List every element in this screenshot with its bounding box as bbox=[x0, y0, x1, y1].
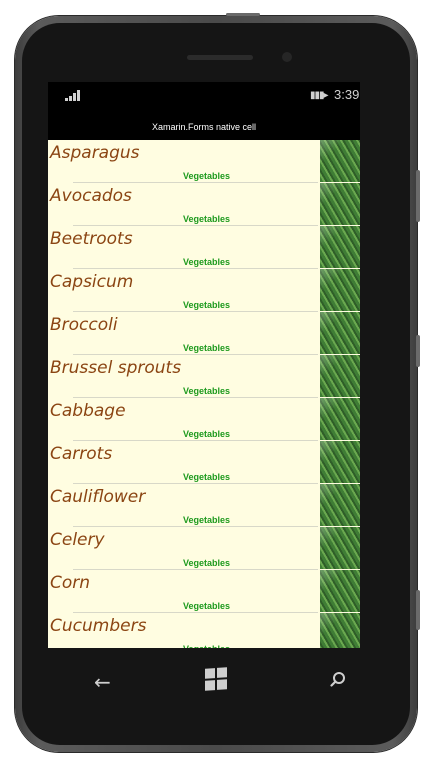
power-key bbox=[226, 13, 260, 16]
list-item[interactable]: Cauliflower Vegetables bbox=[48, 484, 360, 527]
phone-screen: ▮▮▮▸ 3:39 Xamarin.Forms native cell Aspa… bbox=[48, 82, 360, 648]
item-name: Cucumbers bbox=[50, 616, 147, 636]
item-category: Vegetables bbox=[183, 515, 231, 525]
item-name: Capsicum bbox=[50, 272, 134, 292]
item-category: Vegetables bbox=[183, 214, 231, 224]
status-bar: ▮▮▮▸ 3:39 bbox=[48, 82, 360, 110]
vegetable-list[interactable]: Asparagus Vegetables Avocados Vegetables Bee… bbox=[48, 140, 360, 648]
item-category: Vegetables bbox=[183, 472, 231, 482]
status-time: 3:39 bbox=[334, 87, 360, 102]
item-category: Vegetables bbox=[183, 171, 231, 181]
list-item[interactable]: Carrots Vegetables bbox=[48, 441, 360, 484]
item-name: Avocados bbox=[50, 186, 132, 206]
list-item[interactable]: Celery Vegetables bbox=[48, 527, 360, 570]
item-category: Vegetables bbox=[183, 257, 231, 267]
vegetable-thumbnail bbox=[320, 312, 360, 354]
camera-key bbox=[416, 590, 420, 630]
vegetable-thumbnail bbox=[320, 613, 360, 648]
navigation-bar: ← bbox=[48, 648, 360, 710]
vegetable-thumbnail bbox=[320, 484, 360, 526]
item-name: Beetroots bbox=[50, 229, 133, 249]
item-name: Broccoli bbox=[50, 315, 118, 335]
page-title: Xamarin.Forms native cell bbox=[151, 122, 257, 132]
front-camera bbox=[282, 52, 292, 62]
item-category: Vegetables bbox=[183, 386, 231, 396]
vegetable-thumbnail bbox=[320, 183, 360, 225]
item-category: Vegetables bbox=[183, 300, 231, 310]
item-category: Vegetables bbox=[183, 558, 231, 568]
item-name: Corn bbox=[50, 573, 91, 593]
back-arrow-icon[interactable]: ← bbox=[94, 670, 111, 694]
list-item[interactable]: Beetroots Vegetables bbox=[48, 226, 360, 269]
signal-bars-icon bbox=[65, 89, 80, 101]
item-category: Vegetables bbox=[183, 601, 231, 611]
item-name: Brussel sprouts bbox=[50, 358, 182, 378]
vegetable-thumbnail bbox=[320, 355, 360, 397]
item-name: Carrots bbox=[50, 444, 113, 464]
vegetable-thumbnail bbox=[320, 527, 360, 569]
vegetable-thumbnail bbox=[320, 226, 360, 268]
item-name: Cauliflower bbox=[50, 487, 146, 507]
item-category: Vegetables bbox=[183, 343, 231, 353]
item-name: Cabbage bbox=[50, 401, 126, 421]
list-item[interactable]: Asparagus Vegetables bbox=[48, 140, 360, 183]
windows-start-icon[interactable] bbox=[205, 667, 227, 691]
list-item[interactable]: Avocados Vegetables bbox=[48, 183, 360, 226]
list-item[interactable]: Cabbage Vegetables bbox=[48, 398, 360, 441]
vegetable-thumbnail bbox=[320, 269, 360, 311]
vegetable-thumbnail bbox=[320, 570, 360, 612]
list-item[interactable]: Corn Vegetables bbox=[48, 570, 360, 613]
vegetable-thumbnail bbox=[320, 398, 360, 440]
battery-charging-icon: ▮▮▮▸ bbox=[310, 90, 329, 101]
list-item[interactable]: CucumbersVegetables bbox=[48, 613, 360, 648]
item-category: Vegetables bbox=[183, 429, 231, 439]
volume-down-key bbox=[416, 335, 420, 367]
vegetable-thumbnail bbox=[320, 140, 360, 182]
search-icon[interactable] bbox=[330, 671, 346, 687]
list-item[interactable]: Broccoli Vegetables bbox=[48, 312, 360, 355]
earpiece-speaker bbox=[187, 55, 253, 60]
item-name: Celery bbox=[50, 530, 105, 550]
list-item[interactable]: Brussel sprouts Vegetables bbox=[48, 355, 360, 398]
vegetable-thumbnail bbox=[320, 441, 360, 483]
item-name: Asparagus bbox=[50, 143, 140, 163]
list-item[interactable]: Capsicum Vegetables bbox=[48, 269, 360, 312]
volume-up-key bbox=[416, 170, 420, 222]
